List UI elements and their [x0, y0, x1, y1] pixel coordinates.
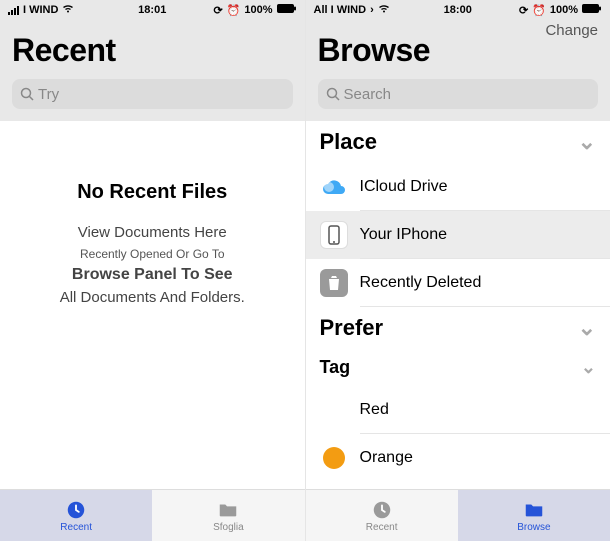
- chevron-down-icon: ⌄: [578, 315, 596, 341]
- status-right: ⟳ ⏰ 100%: [213, 4, 296, 17]
- signal-icon: [8, 6, 19, 15]
- page-title: Recent: [12, 32, 293, 69]
- status-time: 18:00: [444, 4, 472, 16]
- search-input[interactable]: Try: [12, 79, 293, 109]
- tab-label: Browse: [517, 522, 550, 533]
- status-time: 18:01: [138, 4, 166, 16]
- tab-browse[interactable]: Browse: [458, 490, 610, 541]
- status-right: ⟳ ⏰ 100%: [519, 4, 602, 17]
- section-prefer[interactable]: Prefer ⌄: [306, 307, 610, 349]
- empty-line3: Browse Panel To See: [72, 263, 233, 287]
- section-heading: Place: [320, 129, 378, 155]
- tag-color-icon: [320, 444, 348, 472]
- tag-color-icon: [320, 396, 348, 424]
- search-placeholder: Try: [38, 86, 59, 103]
- status-left: I WIND: [8, 4, 74, 16]
- tab-label: Recent: [60, 522, 92, 533]
- empty-line4: All Documents And Folders.: [60, 287, 245, 310]
- status-bar: All I WIND › 18:00 ⟳ ⏰ 100%: [306, 0, 610, 20]
- list-item-label: Recently Deleted: [360, 274, 482, 292]
- search-input[interactable]: Search: [318, 79, 599, 109]
- chevron-down-icon: ⌄: [581, 357, 596, 378]
- carrier-label: I WIND: [23, 4, 58, 16]
- search-icon: [20, 87, 34, 101]
- place-item-icloud[interactable]: ICloud Drive: [306, 163, 610, 211]
- rotation-lock-icon: ⟳: [213, 4, 222, 17]
- alarm-icon: ⏰: [227, 4, 241, 17]
- tab-recent[interactable]: Recent: [0, 490, 152, 541]
- section-tag[interactable]: Tag ⌄: [306, 349, 610, 386]
- tab-browse[interactable]: Sfoglia: [152, 490, 304, 541]
- browse-body: Place ⌄ ICloud Drive Your IPhone Recentl…: [306, 121, 610, 489]
- battery-icon: [277, 4, 297, 16]
- list-item-label: Your IPhone: [360, 226, 447, 244]
- wifi-icon: [62, 4, 74, 16]
- status-left: All I WIND ›: [314, 4, 390, 16]
- list-item-label: ICloud Drive: [360, 178, 448, 196]
- chevron-right-icon: ›: [370, 4, 374, 16]
- wifi-icon: [378, 4, 390, 16]
- battery-percent: 100%: [244, 4, 272, 16]
- place-item-trash[interactable]: Recently Deleted: [306, 259, 610, 307]
- tab-bar: Recent Browse: [306, 489, 610, 541]
- rotation-lock-icon: ⟳: [519, 4, 528, 17]
- empty-heading: No Recent Files: [77, 181, 227, 204]
- place-item-iphone[interactable]: Your IPhone: [306, 211, 610, 259]
- tag-item-orange[interactable]: Orange: [306, 434, 610, 482]
- clock-icon: [370, 499, 394, 521]
- folder-icon: [216, 499, 240, 521]
- clock-icon: [64, 499, 88, 521]
- search-placeholder: Search: [344, 86, 392, 103]
- battery-icon: [582, 4, 602, 16]
- carrier-label: All I WIND: [314, 4, 367, 16]
- alarm-icon: ⏰: [532, 4, 546, 17]
- list-item-label: Orange: [360, 449, 413, 467]
- chevron-down-icon: ⌄: [578, 129, 596, 155]
- change-button[interactable]: Change: [545, 22, 598, 39]
- tag-item-red[interactable]: Red: [306, 386, 610, 434]
- phone-icon: [320, 221, 348, 249]
- trash-icon: [320, 269, 348, 297]
- cloud-icon: [320, 173, 348, 201]
- browse-pane: All I WIND › 18:00 ⟳ ⏰ 100% Change Brows…: [306, 0, 610, 541]
- empty-line1: View Documents Here: [78, 222, 227, 245]
- empty-line2: Recently Opened Or Go To: [80, 245, 225, 263]
- tab-label: Sfoglia: [213, 522, 244, 533]
- recent-pane: I WIND 18:01 ⟳ ⏰ 100% Recent Try No Rece…: [0, 0, 306, 541]
- browse-header: Change Browse Search: [306, 20, 610, 121]
- list-item-label: Red: [360, 401, 389, 419]
- section-heading: Tag: [320, 357, 351, 378]
- section-heading: Prefer: [320, 315, 384, 341]
- recent-header: Recent Try: [0, 20, 305, 121]
- battery-percent: 100%: [550, 4, 578, 16]
- status-bar: I WIND 18:01 ⟳ ⏰ 100%: [0, 0, 305, 20]
- tab-bar: Recent Sfoglia: [0, 489, 305, 541]
- tab-label: Recent: [366, 522, 398, 533]
- folder-icon: [522, 499, 546, 521]
- tab-recent[interactable]: Recent: [306, 490, 458, 541]
- search-icon: [326, 87, 340, 101]
- section-place[interactable]: Place ⌄: [306, 121, 610, 163]
- empty-state: No Recent Files View Documents Here Rece…: [0, 121, 305, 489]
